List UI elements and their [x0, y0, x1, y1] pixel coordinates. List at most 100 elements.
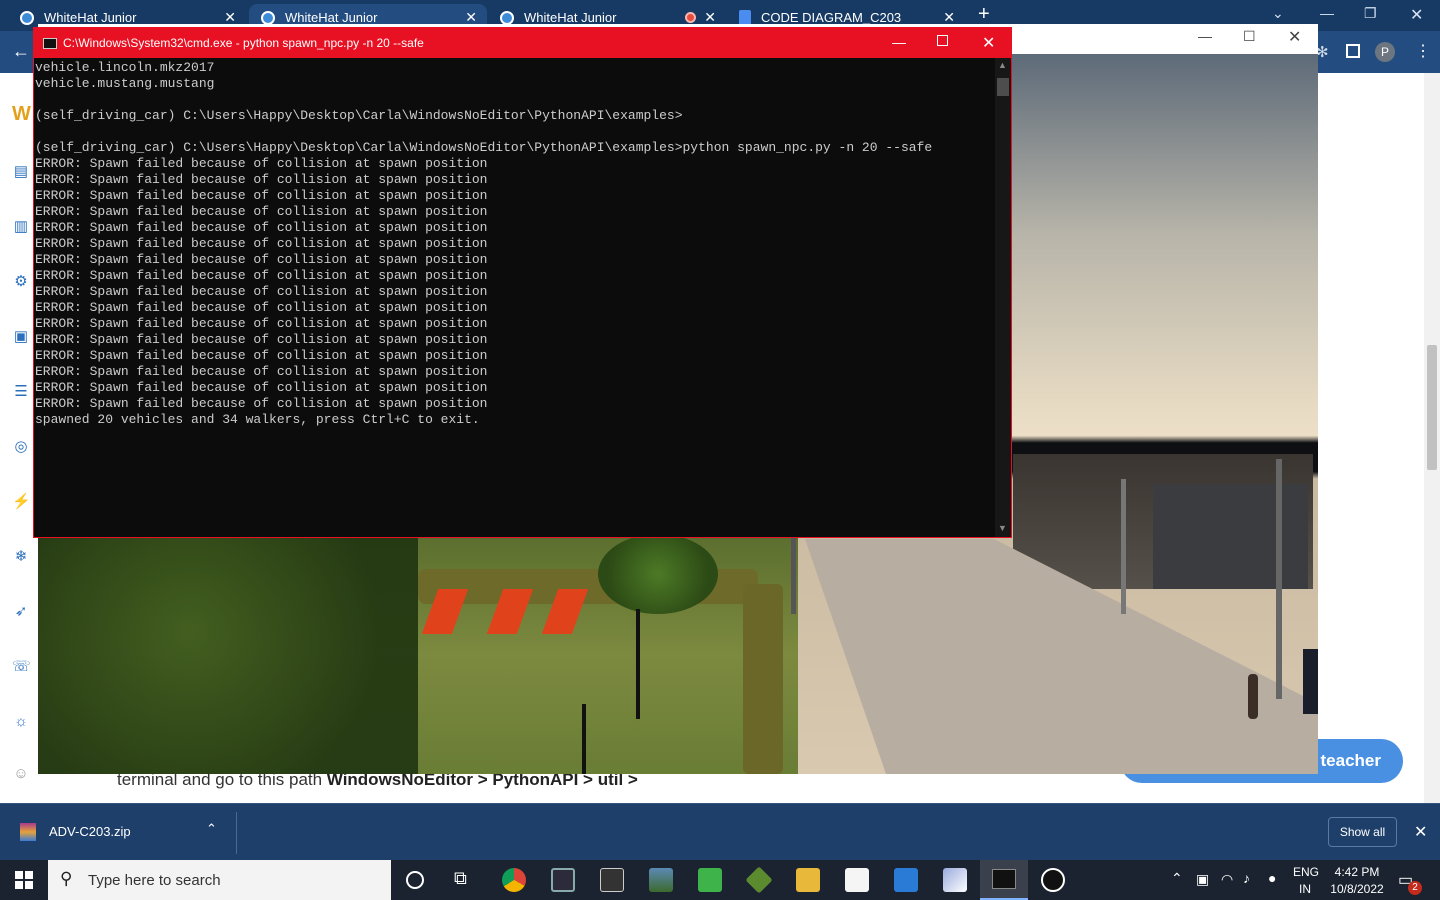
search-icon: ⚲: [60, 869, 73, 888]
cmd-line: ERROR: Spawn failed because of collision…: [35, 284, 488, 299]
network-icon[interactable]: ⚙: [12, 273, 30, 291]
microphone-icon[interactable]: ●: [1268, 870, 1276, 886]
building-dark: [1153, 484, 1308, 589]
book-icon[interactable]: ▥: [12, 218, 30, 236]
new-tab-button[interactable]: +: [978, 3, 990, 26]
store-icon[interactable]: [845, 868, 869, 892]
tab-label: WhiteHat Junior: [44, 10, 137, 25]
cmd-line: [35, 124, 995, 140]
cmd-line: ERROR: Spawn failed because of collision…: [35, 364, 488, 379]
sim-maximize-icon[interactable]: ☐: [1243, 28, 1256, 45]
sun-icon[interactable]: ☼: [12, 713, 30, 731]
bus-stop: [1303, 649, 1318, 714]
snowflake-icon[interactable]: ❄: [12, 548, 30, 566]
cmd-line: ERROR: Spawn failed because of collision…: [35, 396, 488, 411]
language-indicator[interactable]: ENG IN: [1293, 865, 1319, 896]
clock[interactable]: 4:42 PM 10/8/2022: [1326, 865, 1388, 896]
cmd-close-icon[interactable]: ✕: [982, 33, 995, 53]
file-explorer-icon[interactable]: [796, 868, 820, 892]
cmd-line: (self_driving_car) C:\Users\Happy\Deskto…: [35, 108, 683, 123]
document-icon[interactable]: ▣: [12, 328, 30, 346]
windows-start-icon[interactable]: [15, 871, 33, 889]
lamp-post: [582, 704, 586, 774]
spreadsheet-icon[interactable]: [698, 868, 722, 892]
restore-icon[interactable]: ❐: [1364, 5, 1377, 22]
zip-file-icon: [20, 823, 36, 841]
cmd-line: spawned 20 vehicles and 34 walkers, pres…: [35, 412, 480, 427]
whitehat-logo-icon: W: [12, 103, 31, 125]
cmd-app-icon: [43, 37, 57, 49]
chevron-up-icon[interactable]: ⌃: [1171, 870, 1183, 887]
unreal-engine-icon[interactable]: [1041, 868, 1065, 892]
cmd-line: ERROR: Spawn failed because of collision…: [35, 188, 488, 203]
cmd-window[interactable]: C:\Windows\System32\cmd.exe - python spa…: [33, 27, 1012, 538]
recording-icon: [685, 12, 696, 23]
menu-kebab-icon[interactable]: ⋮: [1415, 41, 1431, 61]
cmd-scrollbar[interactable]: ▲ ▼: [995, 58, 1011, 537]
cmd-maximize-icon[interactable]: [937, 35, 948, 46]
page-scrollbar-thumb[interactable]: [1427, 345, 1437, 470]
photos-icon[interactable]: [649, 868, 673, 892]
cmd-scrollbar-thumb[interactable]: [997, 78, 1009, 96]
scroll-down-icon[interactable]: ▼: [998, 523, 1007, 533]
device-icon[interactable]: ▣: [1196, 871, 1209, 888]
wifi-icon[interactable]: ◠: [1221, 871, 1233, 888]
scroll-up-icon[interactable]: ▲: [998, 60, 1007, 70]
cmd-line: ERROR: Spawn failed because of collision…: [35, 236, 488, 251]
target-icon[interactable]: ◎: [12, 438, 30, 456]
tab-label: WhiteHat Junior: [524, 10, 617, 25]
profile-avatar[interactable]: P: [1375, 42, 1395, 62]
cmd-line: ERROR: Spawn failed because of collision…: [35, 252, 488, 267]
cmd-line: ERROR: Spawn failed because of collision…: [35, 332, 488, 347]
cmd-line: (self_driving_car) C:\Users\Happy\Deskto…: [35, 140, 933, 155]
list-icon[interactable]: ☰: [12, 383, 30, 401]
cmd-line: ERROR: Spawn failed because of collision…: [35, 316, 488, 331]
download-filename[interactable]: ADV-C203.zip: [49, 824, 131, 839]
sidepanel-icon[interactable]: [1346, 44, 1360, 58]
task-view-icon[interactable]: ⧉: [454, 868, 467, 889]
cmd-line: ERROR: Spawn failed because of collision…: [35, 204, 488, 219]
audio-app-icon[interactable]: [600, 868, 624, 892]
tab-search-icon[interactable]: ⌄: [1272, 5, 1284, 22]
show-all-button[interactable]: Show all: [1328, 817, 1397, 847]
tree-foliage: [38, 534, 418, 774]
street-pole: [791, 534, 796, 614]
cmd-line: ERROR: Spawn failed because of collision…: [35, 156, 488, 171]
rocket-icon[interactable]: ➶: [12, 603, 30, 621]
cmd-taskbar-icon: [992, 869, 1016, 889]
chrome-icon[interactable]: [502, 868, 526, 892]
user-icon[interactable]: ☺: [12, 765, 30, 783]
cmd-line: ERROR: Spawn failed because of collision…: [35, 300, 488, 315]
sim-close-icon[interactable]: ✕: [1288, 27, 1301, 47]
whitehat-favicon-icon: [20, 10, 34, 25]
davinci-icon[interactable]: [551, 868, 575, 892]
language-region: IN: [1299, 882, 1311, 896]
taskbar-search-box[interactable]: ⚲ Type here to search: [48, 860, 391, 900]
cmd-line: ERROR: Spawn failed because of collision…: [35, 380, 488, 395]
support-icon[interactable]: ☏: [12, 658, 31, 676]
cmd-output[interactable]: vehicle.lincoln.mkz2017 vehicle.mustang.m…: [35, 58, 995, 536]
close-window-icon[interactable]: ✕: [1410, 5, 1423, 25]
dashboard-icon[interactable]: ▤: [12, 163, 30, 181]
back-arrow-icon[interactable]: ←: [12, 41, 30, 62]
search-placeholder: Type here to search: [88, 872, 221, 889]
clock-date: 10/8/2022: [1330, 882, 1384, 896]
minimize-icon[interactable]: —: [1320, 5, 1334, 21]
cmd-line: ERROR: Spawn failed because of collision…: [35, 348, 488, 363]
lightning-icon[interactable]: ⚡: [12, 493, 31, 511]
chevron-up-icon[interactable]: ⌃: [206, 821, 217, 837]
cortana-icon[interactable]: [406, 871, 424, 889]
cmd-line: vehicle.mustang.mustang: [35, 76, 215, 91]
cmd-line: ERROR: Spawn failed because of collision…: [35, 172, 488, 187]
close-downloads-icon[interactable]: ✕: [1414, 822, 1427, 842]
sim-minimize-icon[interactable]: —: [1198, 28, 1212, 44]
cmd-minimize-icon[interactable]: —: [892, 34, 906, 50]
notification-badge: 2: [1408, 881, 1422, 895]
cmd-taskbar-active[interactable]: [980, 860, 1028, 900]
cmd-line: [35, 92, 995, 108]
volume-icon[interactable]: ♪: [1243, 870, 1250, 886]
street-pole: [1121, 479, 1126, 614]
notes-icon[interactable]: [943, 868, 967, 892]
language-code: ENG: [1293, 865, 1320, 879]
mail-icon[interactable]: [894, 868, 918, 892]
